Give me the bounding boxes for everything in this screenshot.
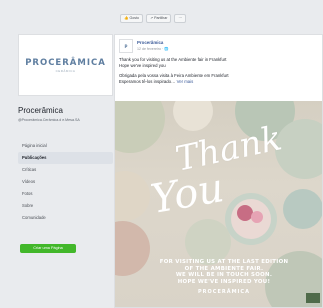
caption-brand: PROCERÂMICA [198,289,250,296]
nav-item-reviews[interactable]: Críticas [18,164,113,176]
nav-item-videos[interactable]: Vídeos [18,176,113,188]
caption-line: HOPE WE'VE INSPIRED YOU! [177,278,271,285]
post-text-fragment: Esperamos tê-los inspirado… [119,79,176,84]
avatar-logo-icon: P [124,43,128,49]
post-date[interactable]: 12 de fevereiro · 🌐 [137,47,169,51]
nav-item-posts[interactable]: Publicações [18,152,113,164]
post-text-line: Esperamos tê-los inspirado… Ver mais [119,79,319,85]
plate-decor [115,171,150,221]
more-options-button[interactable]: ··· [174,14,187,23]
you-script-text: You [147,165,228,223]
caption-line: OF THE AMBIENTE FAIR. [184,265,264,272]
image-caption: FOR VISITING US AT THE LAST EDITION OF T… [149,259,299,296]
see-more-link[interactable]: Ver mais [177,79,194,84]
caption-line: WE WILL BE IN TOUCH SOON. [175,272,273,279]
nav-item-about[interactable]: Sobre [18,200,113,212]
share-page-button[interactable]: ↗ Partilhar [146,14,172,23]
plate-decor [283,189,322,229]
nav-item-home[interactable]: Página inicial [18,140,113,152]
post-text: Thank you for visiting us at the Ambient… [119,57,319,85]
feed-post: P Procerâmica 12 de fevereiro · 🌐 Thank … [114,34,323,308]
page-sidebar: PROCERÂMICA CERÂMICA Procerâmica @Procer… [18,12,113,308]
nav-item-photos[interactable]: Fotos [18,188,113,200]
post-author[interactable]: Procerâmica [137,40,163,45]
create-page-button[interactable]: Criar uma Página [20,244,76,253]
page-name[interactable]: Procerâmica [18,106,63,115]
nav-item-community[interactable]: Comunidade [18,212,113,224]
logo-subtext: CERÂMICA [55,68,76,73]
page-action-bar: 👍 Gosto ↗ Partilhar ··· [120,14,187,23]
avatar[interactable]: P [119,39,133,53]
caption-line: FOR VISITING US AT THE LAST EDITION [159,259,289,265]
logo-text: PROCERÂMICA [25,57,106,68]
plate-decor [115,101,165,153]
plate-decor [173,101,213,131]
plate-decor [251,211,263,223]
corner-logo-badge [306,293,320,303]
page-nav: Página inicial Publicações Críticas Víde… [18,140,113,224]
plate-decor [115,221,150,276]
post-image[interactable]: Thank You FOR VISITING US AT THE LAST ED… [115,101,322,307]
like-page-button[interactable]: 👍 Gosto [120,14,144,23]
page-profile-logo[interactable]: PROCERÂMICA CERÂMICA [18,34,113,96]
page-handle: @Procerâmica.Cerâmica.d e.Mesa.SA [18,118,80,122]
